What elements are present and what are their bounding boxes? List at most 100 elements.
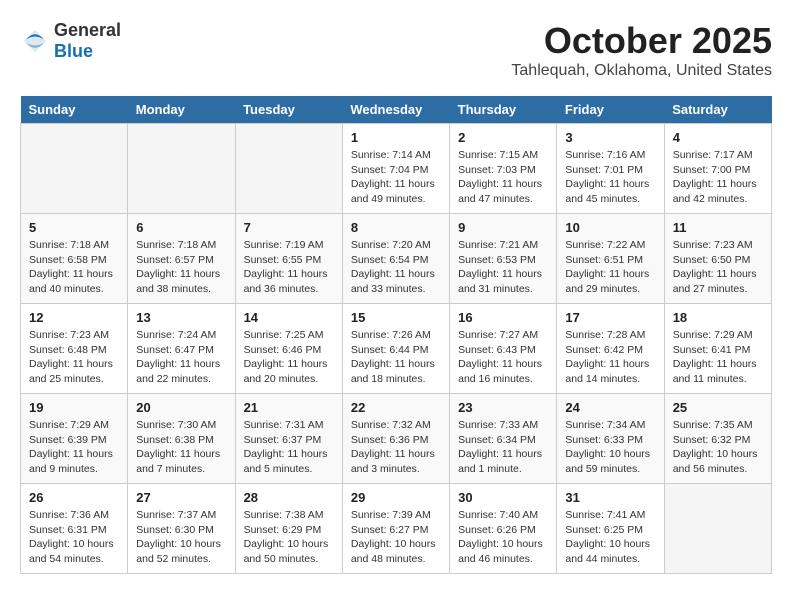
day-number-10: 10 [565,220,655,235]
day-number-18: 18 [673,310,763,325]
day-info-5: Sunrise: 7:18 AM Sunset: 6:58 PM Dayligh… [29,238,119,297]
logo: General Blue [20,20,121,62]
day-info-27: Sunrise: 7:37 AM Sunset: 6:30 PM Dayligh… [136,508,226,567]
table-row: 1Sunrise: 7:14 AM Sunset: 7:04 PM Daylig… [342,124,449,214]
page-header: General Blue October 2025 Tahlequah, Okl… [20,20,772,80]
week-row-5: 26Sunrise: 7:36 AM Sunset: 6:31 PM Dayli… [21,484,772,574]
header-wednesday: Wednesday [342,96,449,124]
header-monday: Monday [128,96,235,124]
table-row: 5 Sunrise: 7:18 AM Sunset: 6:58 PM Daylig… [21,214,128,304]
table-row: 4Sunrise: 7:17 AM Sunset: 7:00 PM Daylig… [664,124,771,214]
day-info-20: Sunrise: 7:30 AM Sunset: 6:38 PM Dayligh… [136,418,226,477]
table-row: 23 Sunrise: 7:33 AM Sunset: 6:34 PM Dayli… [450,394,557,484]
day-number-4: 4 [673,130,763,145]
day-number-3: 3 [565,130,655,145]
day-info-30: Sunrise: 7:40 AM Sunset: 6:26 PM Dayligh… [458,508,548,567]
day-info-29: Sunrise: 7:39 AM Sunset: 6:27 PM Dayligh… [351,508,441,567]
day-info-23: Sunrise: 7:33 AM Sunset: 6:34 PM Dayligh… [458,418,548,477]
logo-blue-text: Blue [54,41,121,62]
table-row: 18 Sunrise: 7:29 AM Sunset: 6:41 PM Dayli… [664,304,771,394]
day-info-10: Sunrise: 7:22 AM Sunset: 6:51 PM Dayligh… [565,238,655,297]
day-info-25: Sunrise: 7:35 AM Sunset: 6:32 PM Dayligh… [673,418,763,477]
day-info-18: Sunrise: 7:29 AM Sunset: 6:41 PM Dayligh… [673,328,763,387]
day-number-31: 31 [565,490,655,505]
week-row-3: 12 Sunrise: 7:23 AM Sunset: 6:48 PM Dayli… [21,304,772,394]
table-row: 6Sunrise: 7:18 AM Sunset: 6:57 PM Daylig… [128,214,235,304]
week-row-4: 19 Sunrise: 7:29 AM Sunset: 6:39 PM Dayli… [21,394,772,484]
table-row: 9 Sunrise: 7:21 AM Sunset: 6:53 PM Daylig… [450,214,557,304]
day-info-22: Sunrise: 7:32 AM Sunset: 6:36 PM Dayligh… [351,418,441,477]
table-row: 13 Sunrise: 7:24 AM Sunset: 6:47 PM Dayli… [128,304,235,394]
table-row [664,484,771,574]
day-info-1: Sunrise: 7:14 AM Sunset: 7:04 PM Dayligh… [351,148,441,207]
title-block: October 2025 Tahlequah, Oklahoma, United… [511,20,772,80]
day-info-16: Sunrise: 7:27 AM Sunset: 6:43 PM Dayligh… [458,328,548,387]
day-info-9: Sunrise: 7:21 AM Sunset: 6:53 PM Dayligh… [458,238,548,297]
day-number-21: 21 [244,400,334,415]
table-row: 22 Sunrise: 7:32 AM Sunset: 6:36 PM Dayli… [342,394,449,484]
day-number-22: 22 [351,400,441,415]
location-subtitle: Tahlequah, Oklahoma, United States [511,62,772,80]
table-row: 8 Sunrise: 7:20 AM Sunset: 6:54 PM Daylig… [342,214,449,304]
day-number-2: 2 [458,130,548,145]
day-info-19: Sunrise: 7:29 AM Sunset: 6:39 PM Dayligh… [29,418,119,477]
day-number-8: 8 [351,220,441,235]
day-info-13: Sunrise: 7:24 AM Sunset: 6:47 PM Dayligh… [136,328,226,387]
header-saturday: Saturday [664,96,771,124]
table-row: 15 Sunrise: 7:26 AM Sunset: 6:44 PM Dayli… [342,304,449,394]
day-number-15: 15 [351,310,441,325]
table-row: 17 Sunrise: 7:28 AM Sunset: 6:42 PM Dayli… [557,304,664,394]
day-info-7: Sunrise: 7:19 AM Sunset: 6:55 PM Dayligh… [244,238,334,297]
calendar-header-row: SundayMondayTuesdayWednesdayThursdayFrid… [21,96,772,124]
day-info-2: Sunrise: 7:15 AM Sunset: 7:03 PM Dayligh… [458,148,548,207]
day-info-28: Sunrise: 7:38 AM Sunset: 6:29 PM Dayligh… [244,508,334,567]
table-row: 10 Sunrise: 7:22 AM Sunset: 6:51 PM Dayli… [557,214,664,304]
table-row: 29Sunrise: 7:39 AM Sunset: 6:27 PM Dayli… [342,484,449,574]
month-year-title: October 2025 [511,20,772,62]
header-thursday: Thursday [450,96,557,124]
day-number-30: 30 [458,490,548,505]
day-info-15: Sunrise: 7:26 AM Sunset: 6:44 PM Dayligh… [351,328,441,387]
day-number-12: 12 [29,310,119,325]
day-info-21: Sunrise: 7:31 AM Sunset: 6:37 PM Dayligh… [244,418,334,477]
day-info-14: Sunrise: 7:25 AM Sunset: 6:46 PM Dayligh… [244,328,334,387]
day-number-25: 25 [673,400,763,415]
day-number-7: 7 [244,220,334,235]
table-row: 14 Sunrise: 7:25 AM Sunset: 6:46 PM Dayli… [235,304,342,394]
day-info-8: Sunrise: 7:20 AM Sunset: 6:54 PM Dayligh… [351,238,441,297]
table-row: 2 Sunrise: 7:15 AM Sunset: 7:03 PM Daylig… [450,124,557,214]
calendar-table: SundayMondayTuesdayWednesdayThursdayFrid… [20,96,772,574]
table-row: 26Sunrise: 7:36 AM Sunset: 6:31 PM Dayli… [21,484,128,574]
table-row: 3Sunrise: 7:16 AM Sunset: 7:01 PM Daylig… [557,124,664,214]
week-row-2: 5 Sunrise: 7:18 AM Sunset: 6:58 PM Daylig… [21,214,772,304]
table-row: 11Sunrise: 7:23 AM Sunset: 6:50 PM Dayli… [664,214,771,304]
day-number-23: 23 [458,400,548,415]
header-tuesday: Tuesday [235,96,342,124]
table-row: 16Sunrise: 7:27 AM Sunset: 6:43 PM Dayli… [450,304,557,394]
day-info-24: Sunrise: 7:34 AM Sunset: 6:33 PM Dayligh… [565,418,655,477]
day-number-14: 14 [244,310,334,325]
day-info-26: Sunrise: 7:36 AM Sunset: 6:31 PM Dayligh… [29,508,119,567]
day-number-9: 9 [458,220,548,235]
week-row-1: 1Sunrise: 7:14 AM Sunset: 7:04 PM Daylig… [21,124,772,214]
day-number-5: 5 [29,220,119,235]
table-row: 20 Sunrise: 7:30 AM Sunset: 6:38 PM Dayli… [128,394,235,484]
table-row: 27 Sunrise: 7:37 AM Sunset: 6:30 PM Dayli… [128,484,235,574]
day-number-28: 28 [244,490,334,505]
day-info-11: Sunrise: 7:23 AM Sunset: 6:50 PM Dayligh… [673,238,763,297]
table-row: 25 Sunrise: 7:35 AM Sunset: 6:32 PM Dayli… [664,394,771,484]
day-number-17: 17 [565,310,655,325]
day-number-6: 6 [136,220,226,235]
table-row: 21 Sunrise: 7:31 AM Sunset: 6:37 PM Dayli… [235,394,342,484]
table-row [235,124,342,214]
day-number-27: 27 [136,490,226,505]
day-number-19: 19 [29,400,119,415]
day-number-20: 20 [136,400,226,415]
day-number-13: 13 [136,310,226,325]
day-info-17: Sunrise: 7:28 AM Sunset: 6:42 PM Dayligh… [565,328,655,387]
table-row: 28 Sunrise: 7:38 AM Sunset: 6:29 PM Dayli… [235,484,342,574]
table-row: 19 Sunrise: 7:29 AM Sunset: 6:39 PM Dayli… [21,394,128,484]
day-info-12: Sunrise: 7:23 AM Sunset: 6:48 PM Dayligh… [29,328,119,387]
table-row [128,124,235,214]
day-info-31: Sunrise: 7:41 AM Sunset: 6:25 PM Dayligh… [565,508,655,567]
